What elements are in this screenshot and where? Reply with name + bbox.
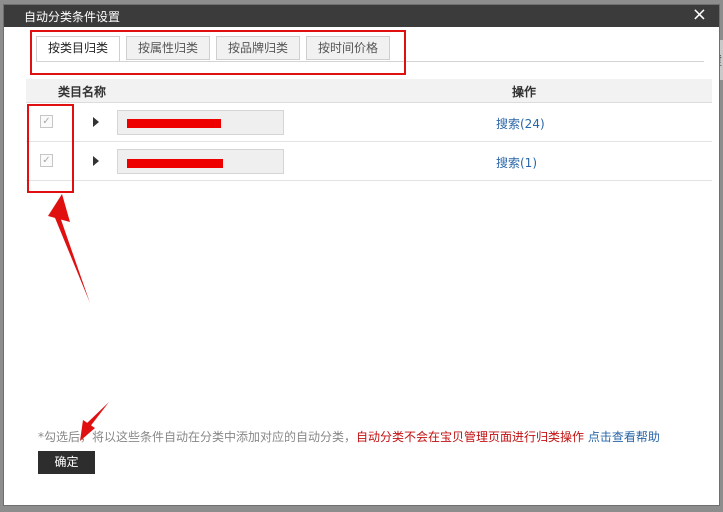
help-link[interactable]: 点击查看帮助 [588, 430, 660, 444]
watermark-logo: Bai du 经验 [555, 456, 718, 486]
footer-note-warning: 自动分类不会在宝贝管理页面进行归类操作 [356, 430, 585, 444]
annotation-box-tabs [30, 30, 406, 75]
dialog-title: 自动分类条件设置 [24, 10, 121, 24]
watermark-url: jingyan.baidu.com [575, 483, 677, 496]
footer-note: *勾选后，将以这些条件自动在分类中添加对应的自动分类，自动分类不会在宝贝管理页面… [38, 428, 660, 445]
search-link[interactable]: 搜索(24) [496, 115, 545, 132]
column-header-operation: 操作 [512, 85, 537, 99]
confirm-button[interactable]: 确定 [38, 451, 95, 474]
triangle-right-icon[interactable] [93, 156, 99, 166]
triangle-right-icon[interactable] [93, 117, 99, 127]
category-name-field [117, 149, 284, 174]
column-header-name: 类目名称 [58, 85, 107, 99]
category-name-field [117, 110, 284, 135]
footer-note-prefix: *勾选后，将以这些条件自动在分类中添加对应的自动分类， [38, 430, 357, 444]
table-header: 类目名称 操作 [26, 79, 712, 103]
annotation-box-checkboxes [27, 104, 74, 193]
table-row: ✓ 搜索(1) [26, 142, 712, 181]
redaction-mark [127, 159, 223, 168]
search-link[interactable]: 搜索(1) [496, 154, 537, 171]
close-icon[interactable]: × [692, 5, 707, 25]
dialog-titlebar: 自动分类条件设置 × [4, 5, 719, 27]
table-row: ✓ 搜索(24) [26, 103, 712, 142]
redaction-mark [127, 119, 221, 128]
